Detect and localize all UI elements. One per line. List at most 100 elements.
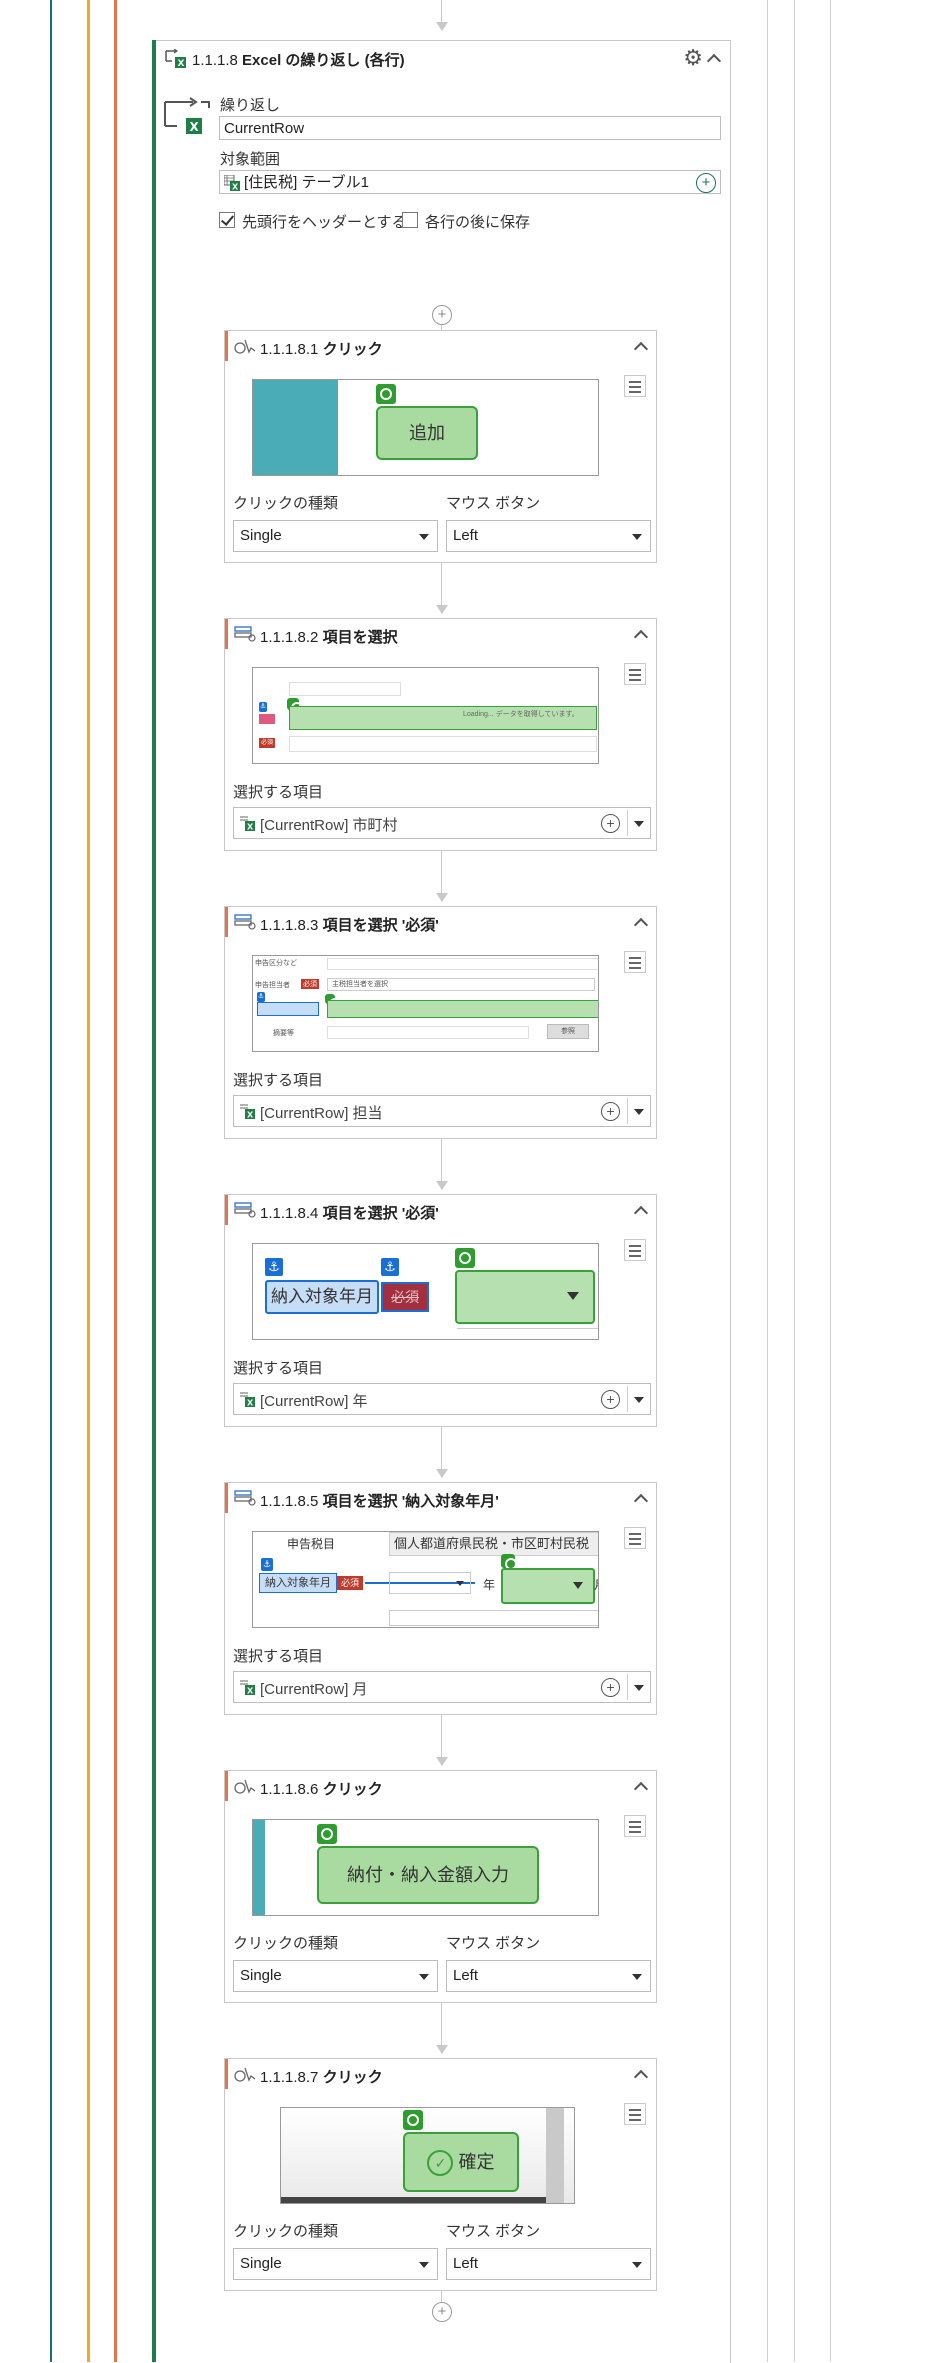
repeat-input[interactable]: CurrentRow	[219, 116, 721, 140]
click-type-dropdown[interactable]: Single	[233, 2248, 438, 2280]
plus-circle-icon[interactable]: +	[696, 173, 716, 193]
loop-step-number: 1.1.1.8	[192, 52, 238, 69]
save-checkbox-label: 各行の後に保存	[425, 214, 531, 231]
target-icon	[403, 2110, 423, 2130]
flow-arrow	[436, 1757, 448, 1766]
chevron-up-icon[interactable]	[633, 1493, 649, 1509]
card-header[interactable]: 1.1.1.8.3 項目を選択 '必須'	[225, 907, 656, 937]
select-item-icon	[234, 1202, 256, 1218]
card-header[interactable]: 1.1.1.8.7 クリック	[225, 2059, 656, 2089]
select-item-field[interactable]: X [CurrentRow] 年 +	[233, 1383, 651, 1415]
mouse-button-dropdown[interactable]: Left	[446, 520, 651, 552]
mouse-button-label: マウス ボタン	[446, 1935, 541, 1952]
flow-connector	[441, 851, 442, 893]
card-header[interactable]: 1.1.1.8.1 クリック	[225, 331, 656, 361]
mouse-button-dropdown[interactable]: Left	[446, 2248, 651, 2280]
mouse-button-dropdown[interactable]: Left	[446, 1960, 651, 1992]
range-input[interactable]: X [住民税] テーブル1 +	[219, 170, 721, 194]
click-type-label: クリックの種類	[233, 495, 339, 512]
shot-confirm-label: 確定	[458, 2152, 495, 2172]
hamburger-icon[interactable]	[624, 1815, 646, 1837]
shot-label-highlight: 納入対象年月	[259, 1573, 337, 1593]
save-checkbox[interactable]	[402, 212, 418, 228]
hamburger-icon[interactable]	[624, 1527, 646, 1549]
select-item-field[interactable]: X [CurrentRow] 月 +	[233, 1671, 651, 1703]
card-header[interactable]: 1.1.1.8.6 クリック	[225, 1771, 656, 1801]
add-step-button[interactable]: +	[432, 2302, 452, 2322]
flow-arrow	[436, 893, 448, 902]
click-type-dropdown[interactable]: Single	[233, 1960, 438, 1992]
hamburger-icon[interactable]	[624, 1239, 646, 1261]
svg-text:X: X	[247, 1399, 254, 1408]
select-item-label: 選択する項目	[233, 1072, 324, 1089]
svg-text:X: X	[247, 1111, 254, 1120]
plus-circle-icon[interactable]: +	[601, 1390, 620, 1409]
teal-strip	[253, 1820, 265, 1915]
flow-connector	[441, 1427, 442, 1469]
nesting-line-gray-2	[794, 0, 795, 2362]
chevron-up-icon[interactable]	[633, 1205, 649, 1221]
chevron-up-icon[interactable]	[633, 2069, 649, 2085]
card-title: 1.1.1.8.7 クリック	[260, 2069, 383, 2086]
loop-step-name: Excel の繰り返し (各行)	[242, 52, 405, 69]
loop-header[interactable]: X 1.1.1.8 Excel の繰り返し (各行) ⚙	[160, 44, 725, 72]
excel-cell-icon: X	[240, 816, 255, 831]
click-type-label: クリックの種類	[233, 1935, 339, 1952]
click-type-dropdown[interactable]: Single	[233, 520, 438, 552]
nesting-line-red	[114, 0, 117, 2362]
card-title: 1.1.1.8.3 項目を選択 '必須'	[260, 917, 439, 934]
select-item-field[interactable]: X [CurrentRow] 市町村 +	[233, 807, 651, 839]
chevron-up-icon[interactable]	[633, 917, 649, 933]
flow-connector	[441, 2291, 442, 2302]
divider	[627, 1386, 628, 1412]
add-step-button[interactable]: +	[432, 305, 452, 325]
flow-arrow	[436, 1181, 448, 1190]
card-title: 1.1.1.8.2 項目を選択	[260, 629, 398, 646]
card-title: 1.1.1.8.1 クリック	[260, 341, 383, 358]
anchor-icon: ⚓	[381, 1258, 399, 1276]
shot-confirm-button: ✓ 確定	[403, 2132, 519, 2192]
shot-year-label: 年	[483, 1578, 496, 1592]
chevron-down-icon[interactable]	[634, 1397, 644, 1403]
target-screenshot: Loading... データを取得しています。 ⚓ 必須	[252, 667, 599, 764]
header-checkbox[interactable]	[219, 212, 235, 228]
card-header[interactable]: 1.1.1.8.4 項目を選択 '必須'	[225, 1195, 656, 1225]
card-header[interactable]: 1.1.1.8.5 項目を選択 '納入対象年月'	[225, 1483, 656, 1513]
hamburger-icon[interactable]	[624, 375, 646, 397]
shot-head-value: 個人都道府県民税・市区町村民税	[389, 1532, 598, 1556]
shot-label-highlight: 納入対象年月	[265, 1280, 379, 1314]
shot-row-label: 申告区分など	[255, 960, 297, 967]
chevron-up-icon[interactable]	[706, 53, 722, 69]
anchor-icon: ⚓	[265, 1258, 283, 1276]
plus-circle-icon[interactable]: +	[601, 814, 620, 833]
shot-loading-text: Loading... データを取得しています。	[463, 711, 579, 718]
chevron-down-icon[interactable]	[634, 1685, 644, 1691]
excel-cell-icon: X	[240, 1392, 255, 1408]
range-label: 対象範囲	[220, 151, 281, 168]
target-icon	[317, 1824, 337, 1844]
excel-cell-icon: X	[240, 1104, 255, 1120]
hamburger-icon[interactable]	[624, 951, 646, 973]
card-header[interactable]: 1.1.1.8.2 項目を選択	[225, 619, 656, 649]
select-item-field[interactable]: X [CurrentRow] 担当 +	[233, 1095, 651, 1127]
shot-required-badge: 必須	[381, 1282, 429, 1312]
card-title: 1.1.1.8.6 クリック	[260, 1781, 383, 1798]
chevron-down-icon[interactable]	[634, 821, 644, 827]
flow-arrow	[436, 605, 448, 614]
divider	[627, 1098, 628, 1124]
repeat-label: 繰り返し	[220, 97, 281, 114]
svg-text:X: X	[190, 120, 200, 134]
gear-icon[interactable]: ⚙	[683, 45, 703, 71]
chevron-up-icon[interactable]	[633, 1781, 649, 1797]
target-screenshot: 申告税目 個人都道府県民税・市区町村民税 ⚓ 納入対象年月 必須 年 月	[252, 1531, 599, 1628]
flow-connector	[441, 0, 442, 22]
plus-circle-icon[interactable]: +	[601, 1102, 620, 1121]
hamburger-icon[interactable]	[624, 2103, 646, 2125]
mouse-button-label: マウス ボタン	[446, 2223, 541, 2240]
chevron-up-icon[interactable]	[633, 341, 649, 357]
chevron-down-icon[interactable]	[634, 1109, 644, 1115]
hamburger-icon[interactable]	[624, 663, 646, 685]
plus-circle-icon[interactable]: +	[601, 1678, 620, 1697]
chevron-up-icon[interactable]	[633, 629, 649, 645]
target-screenshot: ⚓ 納入対象年月 ⚓ 必須	[252, 1243, 599, 1340]
